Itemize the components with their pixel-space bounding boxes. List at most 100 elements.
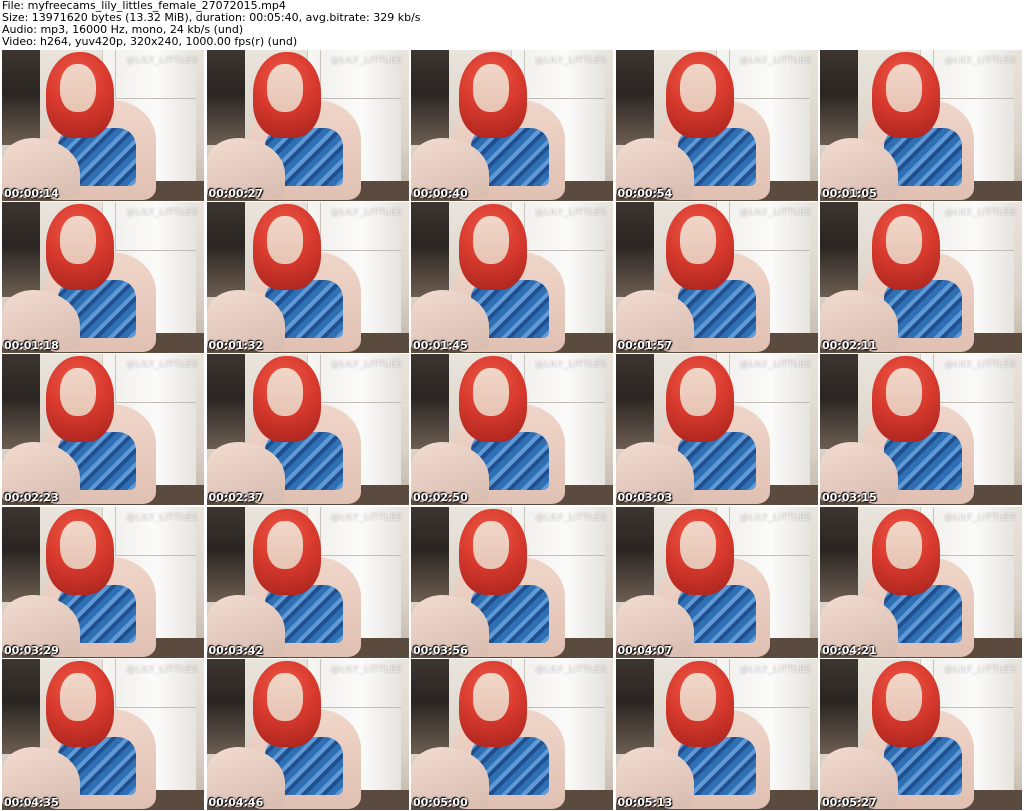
- thumbnail-timestamp: 00:02:37: [208, 491, 264, 505]
- file-info-header: File: myfreecams_lily_littles_female_270…: [2, 0, 1022, 50]
- thumbnail-timestamp: 00:04:35: [4, 795, 59, 809]
- person-face: [473, 64, 509, 112]
- shelf: [411, 50, 449, 145]
- watermark: @LILY_LITTLES: [330, 664, 403, 675]
- video-thumbnail[interactable]: @LILY_LITTLES 00:02:23: [2, 354, 204, 506]
- shelf: [820, 50, 858, 145]
- person-face: [886, 216, 922, 265]
- video-thumbnail[interactable]: @LILY_LITTLES 00:01:32: [206, 202, 409, 354]
- thumbnail-timestamp: 00:03:15: [822, 491, 877, 505]
- video-thumbnail[interactable]: @LILY_LITTLES 00:00:54: [615, 50, 818, 201]
- watermark: @LILY_LITTLES: [739, 56, 812, 66]
- shelf: [411, 506, 449, 602]
- video-thumbnail[interactable]: @LILY_LITTLES 00:03:42: [206, 506, 409, 658]
- video-thumbnail[interactable]: @LILY_LITTLES 00:03:29: [2, 506, 204, 658]
- watermark: @LILY_LITTLES: [535, 664, 607, 675]
- video-thumbnail[interactable]: @LILY_LITTLES 00:04:46: [206, 658, 409, 810]
- person-face: [60, 672, 96, 721]
- watermark: @LILY_LITTLES: [330, 56, 403, 66]
- shelf: [615, 658, 654, 754]
- thumbnail-timestamp: 00:05:00: [413, 795, 468, 809]
- thumbnail-timestamp: 00:02:11: [822, 339, 877, 353]
- shelf: [411, 658, 449, 754]
- video-thumbnail[interactable]: @LILY_LITTLES 00:05:13: [615, 658, 818, 810]
- thumbnail-grid: @LILY_LITTLES 00:00:14 @LILY_LITTLES 00:00:…: [2, 50, 1022, 810]
- thumbnail-timestamp: 00:03:42: [208, 643, 264, 657]
- video-thumbnail[interactable]: @LILY_LITTLES 00:00:14: [2, 50, 204, 201]
- watermark: @LILY_LITTLES: [126, 664, 198, 675]
- watermark: @LILY_LITTLES: [535, 360, 607, 371]
- thumbnail-timestamp: 00:01:05: [822, 187, 877, 200]
- shelf: [615, 354, 654, 450]
- shelf: [206, 50, 245, 145]
- video-info-line: Video: h264, yuv420p, 320x240, 1000.00 f…: [2, 35, 298, 48]
- video-thumbnail[interactable]: @LILY_LITTLES 00:04:07: [615, 506, 818, 658]
- watermark: @LILY_LITTLES: [330, 360, 403, 371]
- watermark: @LILY_LITTLES: [739, 664, 812, 675]
- person-face: [886, 672, 922, 721]
- shelf: [820, 658, 858, 754]
- video-thumbnail[interactable]: @LILY_LITTLES 00:05:00: [411, 658, 613, 810]
- shelf: [2, 202, 40, 298]
- watermark: @LILY_LITTLES: [944, 512, 1016, 523]
- watermark: @LILY_LITTLES: [739, 208, 812, 219]
- thumbnail-timestamp: 00:01:45: [413, 339, 468, 353]
- thumbnail-timestamp: 00:01:57: [617, 339, 673, 353]
- watermark: @LILY_LITTLES: [944, 360, 1016, 371]
- shelf: [2, 658, 40, 754]
- person-face: [60, 64, 96, 112]
- person-face: [266, 64, 303, 112]
- video-thumbnail[interactable]: @LILY_LITTLES 00:04:21: [820, 506, 1022, 658]
- thumbnail-timestamp: 00:00:40: [413, 187, 468, 200]
- video-thumbnail[interactable]: @LILY_LITTLES 00:00:27: [206, 50, 409, 201]
- shelf: [820, 202, 858, 298]
- watermark: @LILY_LITTLES: [126, 56, 198, 66]
- video-thumbnail[interactable]: @LILY_LITTLES 00:02:11: [820, 202, 1022, 354]
- person-face: [679, 64, 716, 112]
- watermark: @LILY_LITTLES: [535, 208, 607, 219]
- person-face: [679, 520, 716, 569]
- shelf: [2, 50, 40, 145]
- person-face: [679, 216, 716, 265]
- video-thumbnail[interactable]: @LILY_LITTLES 00:01:57: [615, 202, 818, 354]
- thumbnail-timestamp: 00:04:07: [617, 643, 673, 657]
- thumbnail-timestamp: 00:02:50: [413, 491, 468, 505]
- thumbnail-timestamp: 00:00:14: [4, 187, 59, 200]
- person-face: [679, 672, 716, 721]
- thumbnail-timestamp: 00:00:54: [617, 187, 673, 200]
- video-thumbnail[interactable]: @LILY_LITTLES 00:03:56: [411, 506, 613, 658]
- watermark: @LILY_LITTLES: [535, 512, 607, 523]
- person-face: [886, 368, 922, 417]
- video-thumbnail[interactable]: @LILY_LITTLES 00:01:45: [411, 202, 613, 354]
- watermark: @LILY_LITTLES: [535, 56, 607, 66]
- watermark: @LILY_LITTLES: [330, 512, 403, 523]
- person-face: [60, 520, 96, 569]
- watermark: @LILY_LITTLES: [739, 512, 812, 523]
- shelf: [2, 354, 40, 450]
- video-thumbnail[interactable]: @LILY_LITTLES 00:02:37: [206, 354, 409, 506]
- video-thumbnail[interactable]: @LILY_LITTLES 00:02:50: [411, 354, 613, 506]
- person-face: [266, 520, 303, 569]
- shelf: [820, 354, 858, 450]
- video-thumbnail[interactable]: @LILY_LITTLES 00:05:27: [820, 658, 1022, 810]
- shelf: [615, 202, 654, 298]
- video-thumbnail[interactable]: @LILY_LITTLES 00:04:35: [2, 658, 204, 810]
- video-thumbnail[interactable]: @LILY_LITTLES 00:01:05: [820, 50, 1022, 201]
- shelf: [206, 354, 245, 450]
- shelf: [411, 354, 449, 450]
- shelf: [615, 506, 654, 602]
- video-thumbnail[interactable]: @LILY_LITTLES 00:01:18: [2, 202, 204, 354]
- person-face: [266, 216, 303, 265]
- watermark: @LILY_LITTLES: [126, 512, 198, 523]
- watermark: @LILY_LITTLES: [330, 208, 403, 219]
- video-thumbnail[interactable]: @LILY_LITTLES 00:03:15: [820, 354, 1022, 506]
- watermark: @LILY_LITTLES: [739, 360, 812, 371]
- thumbnail-timestamp: 00:00:27: [208, 187, 264, 200]
- shelf: [206, 506, 245, 602]
- video-thumbnail[interactable]: @LILY_LITTLES 00:03:03: [615, 354, 818, 506]
- shelf: [2, 506, 40, 602]
- shelf: [615, 50, 654, 145]
- video-thumbnail[interactable]: @LILY_LITTLES 00:00:40: [411, 50, 613, 201]
- person-face: [473, 672, 509, 721]
- person-face: [60, 368, 96, 417]
